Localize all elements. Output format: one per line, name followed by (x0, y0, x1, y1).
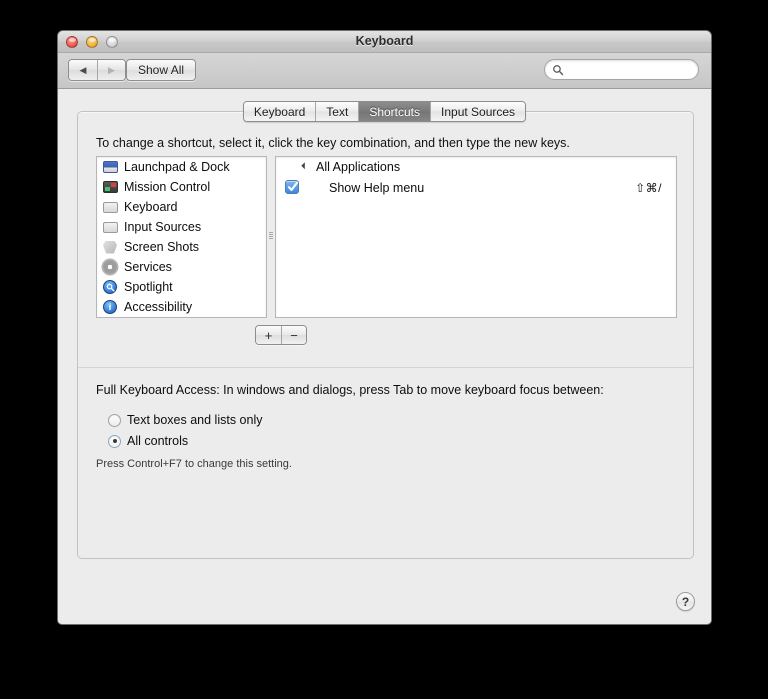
shortcut-group-all-applications[interactable]: All Applications (276, 157, 676, 177)
mission-control-icon (102, 179, 118, 195)
instruction-text: To change a shortcut, select it, click t… (96, 136, 570, 150)
category-row-launchpad-dock[interactable]: Launchpad & Dock (97, 157, 266, 177)
checkmark-icon (287, 181, 299, 192)
shortcuts-panel: To change a shortcut, select it, click t… (77, 111, 694, 559)
keyboard-preferences-window: Keyboard ◀ ▶ Show All Keyboard Text Shor… (57, 30, 712, 625)
spotlight-icon (102, 279, 118, 295)
add-shortcut-button[interactable]: + (256, 326, 281, 344)
category-label: Keyboard (124, 200, 178, 214)
category-row-mission-control[interactable]: Mission Control (97, 177, 266, 197)
section-divider (78, 367, 693, 368)
shortcut-enabled-checkbox[interactable] (285, 180, 299, 194)
accessibility-icon: i (102, 299, 118, 315)
shortcut-group-label: All Applications (316, 160, 401, 174)
radio-button-icon[interactable] (108, 413, 121, 427)
category-label: Services (124, 260, 172, 274)
radio-text-boxes-and-lists-only[interactable]: Text boxes and lists only (108, 413, 263, 427)
chevron-down-icon[interactable] (301, 161, 312, 173)
keyboard-icon (102, 199, 118, 215)
category-row-screen-shots[interactable]: Screen Shots (97, 237, 266, 257)
radio-label: All controls (127, 434, 189, 448)
tab-group: Keyboard Text Shortcuts Input Sources (242, 101, 527, 122)
shortcut-list[interactable]: All Applications Show Help menu ⇧⌘/ (275, 156, 677, 318)
category-label: Input Sources (124, 220, 202, 234)
tab-bar: Keyboard Text Shortcuts Input Sources (58, 101, 711, 122)
category-row-spotlight[interactable]: Spotlight (97, 277, 266, 297)
navigation-button-group: ◀ ▶ (68, 59, 126, 81)
tab-input-sources[interactable]: Input Sources (430, 102, 526, 121)
launchpad-dock-icon (102, 159, 118, 175)
screen-shots-icon (102, 239, 118, 255)
radio-label: Text boxes and lists only (127, 413, 263, 427)
input-sources-icon (102, 219, 118, 235)
category-label: Mission Control (124, 180, 211, 194)
category-row-app-shortcuts[interactable]: App Shortcuts (97, 317, 266, 318)
category-row-services[interactable]: Services (97, 257, 266, 277)
forward-button: ▶ (97, 60, 125, 80)
radio-button-icon[interactable] (108, 434, 121, 448)
search-input[interactable] (564, 63, 711, 76)
shortcut-key-combination[interactable]: ⇧⌘/ (635, 181, 662, 195)
shortcut-category-list[interactable]: Launchpad & Dock Mission Control Keyboar… (96, 156, 267, 318)
shortcut-row[interactable]: Show Help menu ⇧⌘/ (276, 177, 676, 198)
tab-text[interactable]: Text (315, 102, 359, 121)
category-row-input-sources[interactable]: Input Sources (97, 217, 266, 237)
full-keyboard-access-label: Full Keyboard Access: In windows and dia… (96, 383, 604, 397)
category-label: Accessibility (124, 300, 193, 314)
add-remove-button-group: + − (255, 325, 307, 345)
radio-all-controls[interactable]: All controls (108, 434, 188, 448)
category-label: Screen Shots (124, 240, 200, 254)
tab-shortcuts[interactable]: Shortcuts (358, 102, 431, 121)
category-row-accessibility[interactable]: i Accessibility (97, 297, 266, 317)
category-label: Launchpad & Dock (124, 160, 230, 174)
panel-splitter-grip[interactable] (269, 232, 273, 239)
services-gear-icon (102, 259, 118, 275)
category-label: Spotlight (124, 280, 173, 294)
category-row-keyboard[interactable]: Keyboard (97, 197, 266, 217)
window-titlebar: Keyboard (58, 31, 711, 53)
shortcut-label: Show Help menu (329, 180, 425, 195)
preferences-toolbar: ◀ ▶ Show All (58, 53, 711, 89)
show-all-button[interactable]: Show All (126, 59, 197, 81)
full-keyboard-access-hint: Press Control+F7 to change this setting. (96, 458, 292, 470)
help-button[interactable]: ? (676, 592, 695, 611)
preferences-content: Keyboard Text Shortcuts Input Sources To… (58, 89, 711, 623)
tab-keyboard[interactable]: Keyboard (243, 102, 316, 121)
search-icon (553, 64, 564, 75)
window-title: Keyboard (355, 34, 414, 48)
search-field[interactable] (544, 59, 711, 80)
back-button[interactable]: ◀ (69, 60, 97, 80)
remove-shortcut-button[interactable]: − (281, 326, 306, 344)
